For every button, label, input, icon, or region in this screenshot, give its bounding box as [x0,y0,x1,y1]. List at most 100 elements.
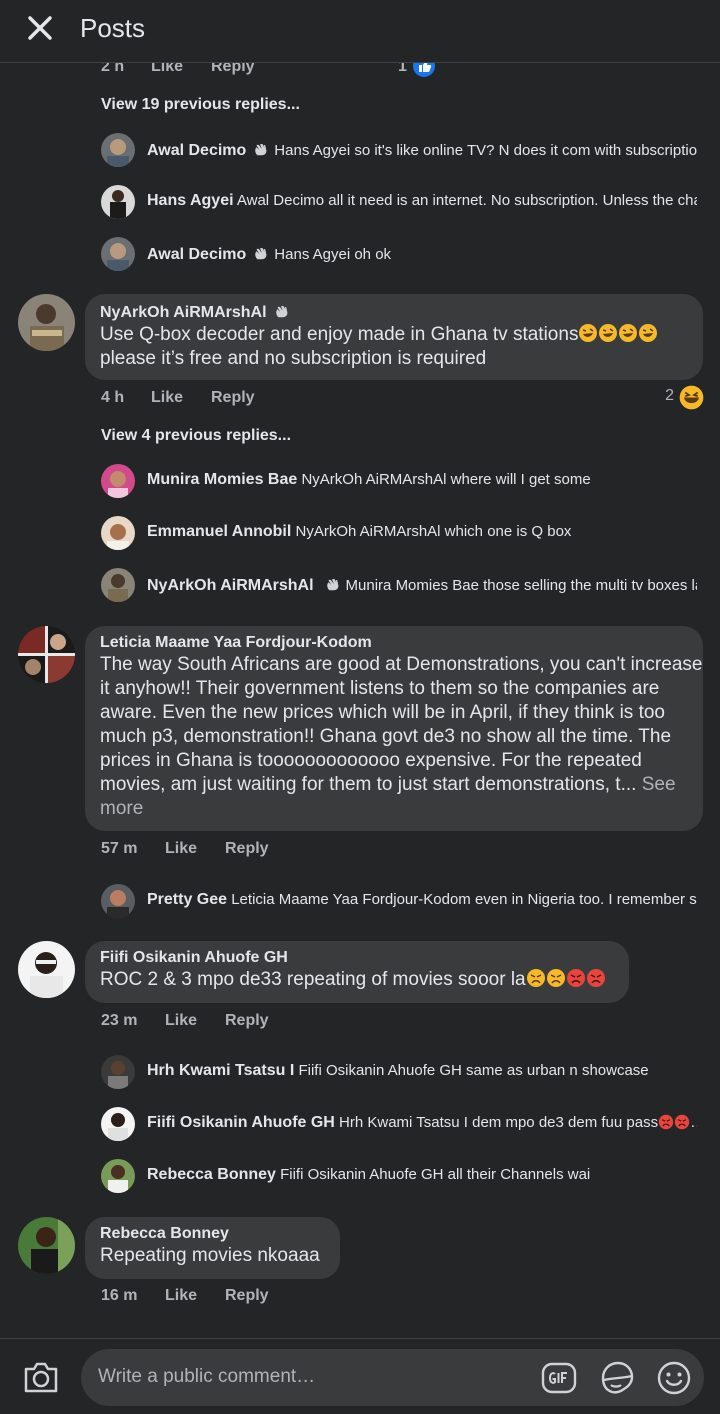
reply-text: NyArkOh AiRMArshAl where will I get some [301,471,591,488]
comment-meta: 57 m Like Reply [101,840,701,860]
reply-author[interactable]: Munira Momies Bae [147,471,297,488]
avatar[interactable] [101,516,135,550]
reply-row[interactable]: Hans Agyei Awal Decimo all it need is an… [101,185,701,221]
like-link[interactable]: Like [165,1012,197,1030]
view-previous-replies[interactable]: View 19 previous replies... [101,96,300,114]
reply-text: Leticia Maame Yaa Fordjour-Kodom even in… [231,891,697,908]
reply-author[interactable]: NyArkOh AiRMArshAl [147,577,314,594]
comment-bubble: Rebecca Bonney Repeating movies nkoaaa [85,1217,340,1279]
top-bar: Posts [0,0,720,63]
reply-text: Munira Momies Bae those selling the mult… [345,577,697,594]
avatar[interactable] [101,133,135,167]
angry-emoji [566,969,585,987]
comment-meta: 23 m Like Reply [101,1012,701,1032]
avatar[interactable] [18,294,75,351]
rofl-emoji [579,324,598,342]
reply-link[interactable]: Reply [211,389,255,407]
reply-text: Hans Agyei so it's like online TV? N doe… [274,142,697,159]
comment-text-line-2: please it’s free and no subscription is … [100,348,487,369]
reply-row[interactable]: Hrh Kwami Tsatsu I Fiifi Osikanin Ahuofe… [101,1055,701,1091]
angry-emoji [658,1114,674,1130]
laughing-emoji [679,385,704,410]
rofl-emoji [599,324,618,342]
avatar[interactable] [18,626,75,683]
avatar[interactable] [18,941,75,998]
avatar[interactable] [18,1217,75,1274]
reply-author[interactable]: Hans Agyei [147,192,234,209]
reply-row[interactable]: Pretty Gee Leticia Maame Yaa Fordjour-Ko… [101,884,701,920]
rofl-emoji [619,324,638,342]
like-link[interactable]: Like [151,389,183,407]
camera-icon[interactable] [22,1359,60,1395]
reply-row[interactable]: NyArkOh AiRMArshAl Munira Momies Bae thos… [101,568,701,604]
view-previous-replies[interactable]: View 4 previous replies... [101,427,291,445]
reply-row[interactable]: Rebecca Bonney Fiifi Osikanin Ahuofe GH … [101,1159,701,1195]
avatar[interactable] [101,1159,135,1193]
avatar[interactable] [101,1107,135,1141]
comment-text-line: movies, am just waiting for them to just… [100,774,637,795]
angry-emoji [526,969,545,987]
page-title: Posts [80,13,146,43]
avatar[interactable] [101,568,135,602]
avatar[interactable] [101,185,135,219]
reply-author[interactable]: Fiifi Osikanin Ahuofe GH [147,1114,335,1131]
like-link[interactable]: Like [165,840,197,858]
avatar[interactable] [101,884,135,918]
comment-bubble: Leticia Maame Yaa Fordjour-Kodom The way… [85,626,703,831]
avatar[interactable] [101,464,135,498]
avatar[interactable] [101,237,135,271]
comment-input[interactable]: Write a public comment… [81,1349,704,1406]
comment-text: Repeating movies nkoaaa [100,1245,320,1266]
angry-emoji [546,969,565,987]
reaction-count[interactable]: 2 [665,387,674,405]
angry-emoji [674,1114,690,1130]
wave-icon [326,578,338,591]
reply-link[interactable]: Reply [225,840,269,858]
comment-text: ROC 2 & 3 mpo de33 repeating of movies s… [100,969,526,990]
comment-author[interactable]: NyArkOh AiRMArshAl [100,304,267,321]
comment-author[interactable]: Rebecca Bonney [100,1225,324,1243]
reply-text: NyArkOh AiRMArshAl which one is Q box [295,523,572,540]
comment-meta: 16 m Like Reply [101,1287,701,1307]
comment-composer: Write a public comment… [0,1338,720,1414]
reply-row[interactable]: Awal Decimo Hans Agyei oh ok [101,237,701,273]
like-link[interactable]: Like [165,1287,197,1305]
close-icon[interactable] [22,10,58,46]
reply-text: Hans Agyei oh ok [274,246,392,263]
wave-icon [275,305,287,318]
gif-icon[interactable] [541,1361,577,1395]
avatar[interactable] [101,1055,135,1089]
reply-row[interactable]: Munira Momies Bae NyArkOh AiRMArshAl whe… [101,464,701,500]
reply-author[interactable]: Emmanuel Annobil [147,523,291,540]
reply-row[interactable]: Fiifi Osikanin Ahuofe GH Hrh Kwami Tsats… [101,1107,701,1143]
comment-bubble: NyArkOh AiRMArshAl Use Q-box decoder and… [85,294,703,380]
comment-author[interactable]: Fiifi Osikanin Ahuofe GH [100,949,613,967]
comment-text-line: The way South Africans are good at Demon… [100,654,703,675]
wave-icon [255,247,267,260]
reply-link[interactable]: Reply [225,1012,269,1030]
reply-row[interactable]: Emmanuel Annobil NyArkOh AiRMArshAl whic… [101,516,701,552]
comment-time: 16 m [101,1287,138,1304]
comment-time: 57 m [101,840,138,857]
reply-text: Hrh Kwami Tsatsu I dem mpo de3 dem fuu p… [339,1114,659,1131]
comment-text-line: much p3, demonstration!! Ghana govt de3 … [100,726,672,747]
reply-row[interactable]: Awal Decimo Hans Agyei so it's like onlin… [101,133,701,169]
comments-feed[interactable]: 2 h Like Reply 1 View 19 previous replie… [0,0,720,1336]
reply-author[interactable]: Awal Decimo [147,142,246,159]
reply-author[interactable]: Rebecca Bonney [147,1166,276,1183]
comment-time: 4 h [101,389,125,406]
see-more-link-continued[interactable]: more [100,797,687,821]
rofl-emoji [639,324,658,342]
reply-link[interactable]: Reply [225,1287,269,1305]
see-more-link[interactable]: See [642,774,676,795]
comment-text-line: it anyhow!! Their government listens to … [100,678,660,699]
smile-icon[interactable] [656,1360,692,1396]
comment-text: Use Q-box decoder and enjoy made in Ghan… [100,324,579,345]
reply-author[interactable]: Pretty Gee [147,891,227,908]
reply-text: Fiifi Osikanin Ahuofe GH all their Chann… [280,1166,591,1183]
reply-author[interactable]: Awal Decimo [147,246,246,263]
comment-author[interactable]: Leticia Maame Yaa Fordjour-Kodom [100,634,687,652]
reply-author[interactable]: Hrh Kwami Tsatsu I [147,1062,294,1079]
sticker-icon[interactable] [598,1360,636,1396]
reply-text: Fiifi Osikanin Ahuofe GH same as urban n… [298,1062,649,1079]
